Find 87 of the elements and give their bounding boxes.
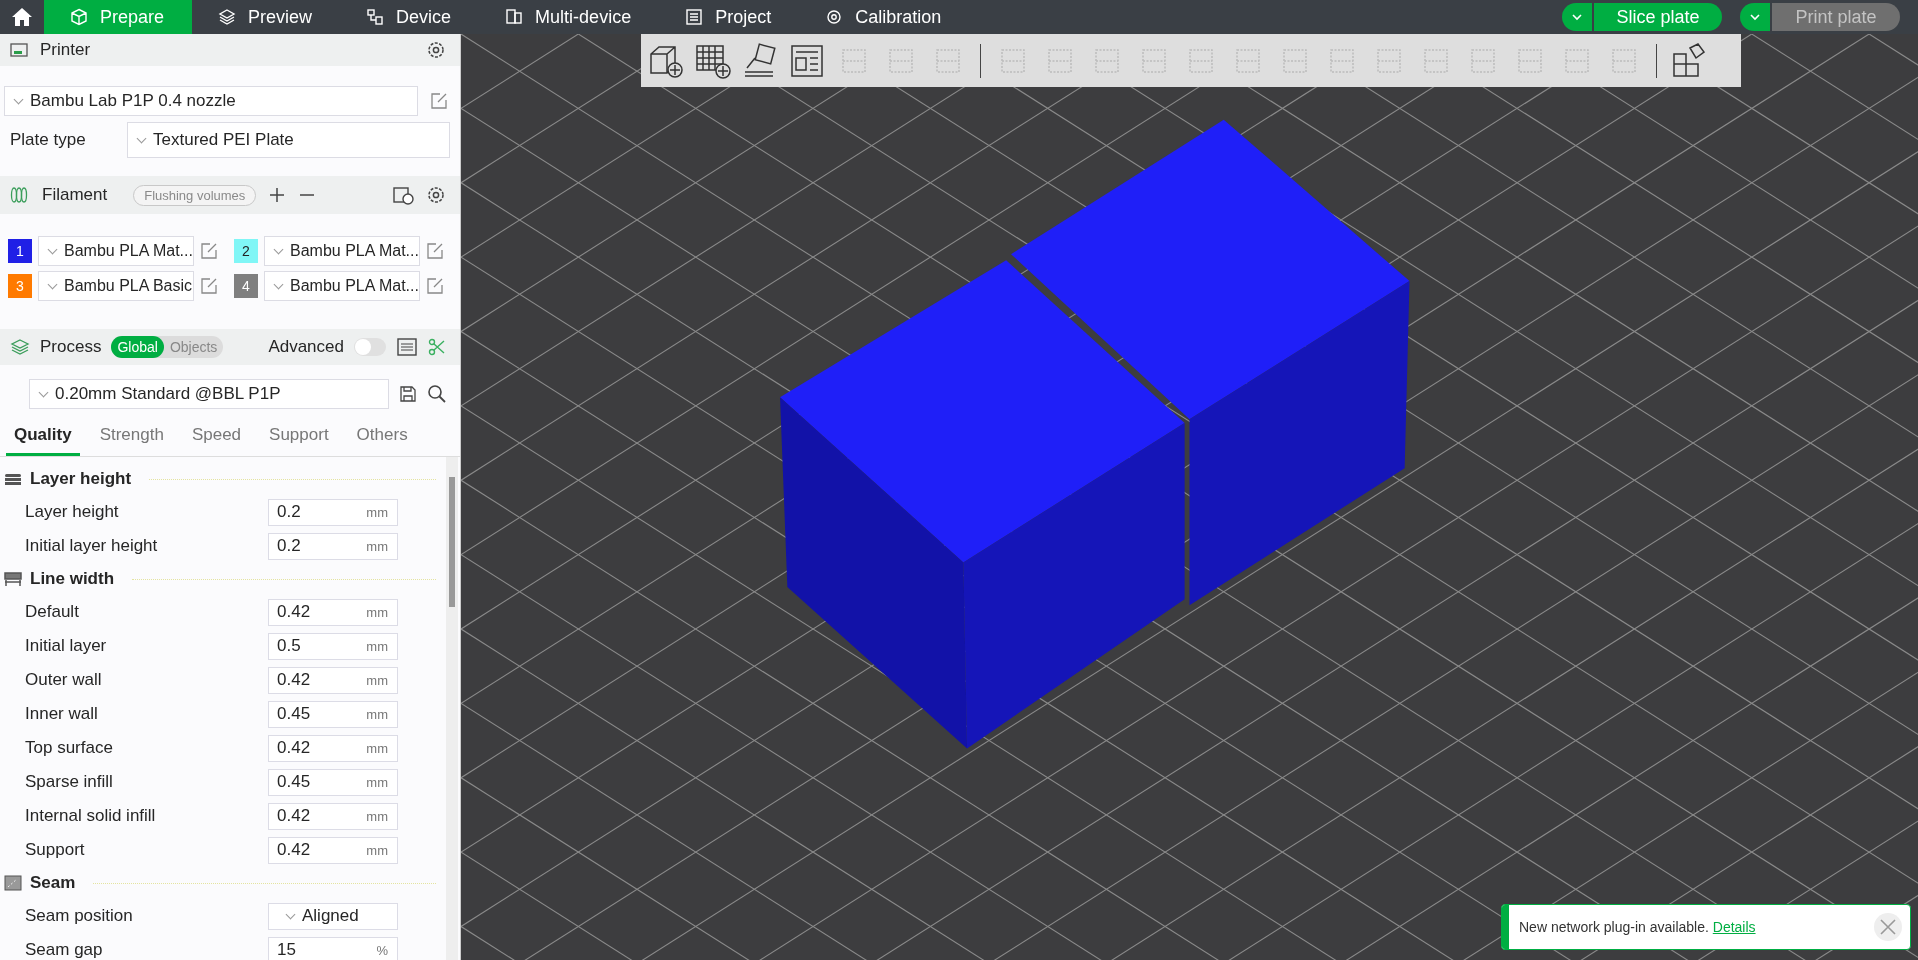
filament-select[interactable]: Bambu PLA Mat... <box>38 236 194 266</box>
cube-icon <box>70 8 88 26</box>
printer-icon <box>10 42 28 58</box>
plate-type-label: Plate type <box>9 130 87 150</box>
setting-label: Outer wall <box>25 670 103 690</box>
setting-field[interactable]: 15 % <box>268 936 398 960</box>
filament-color-swatch[interactable]: 2 <box>234 239 258 263</box>
filament-select[interactable]: Bambu PLA Basic <box>38 271 194 301</box>
plate-type-select[interactable]: Textured PEI Plate <box>127 122 450 158</box>
setting-label: Inner wall <box>25 704 99 724</box>
nav-tab[interactable]: Calibration <box>799 0 970 34</box>
settings-tab[interactable]: Strength <box>91 419 172 456</box>
section-title: Filament <box>42 185 108 205</box>
group-title: Seam <box>30 873 76 893</box>
scrollbar-thumb[interactable] <box>449 477 455 607</box>
setting-field[interactable]: 0.42 mm <box>268 734 398 762</box>
layers-icon <box>10 338 30 356</box>
edit-icon[interactable] <box>430 92 448 110</box>
group-title: Line width <box>30 569 115 589</box>
nav-tab[interactable]: Device <box>340 0 480 34</box>
chevron-icon <box>1749 13 1761 21</box>
setting-field[interactable]: 0.42 mm <box>268 598 398 626</box>
setting-label: Support <box>25 840 86 860</box>
3d-viewport[interactable]: New network plug-in available. Details <box>461 34 1918 960</box>
filament-color-swatch[interactable]: 4 <box>234 274 258 298</box>
scissors-icon[interactable] <box>428 338 446 356</box>
setting-label: Initial layer <box>25 636 108 656</box>
home-icon <box>11 7 33 27</box>
filament-color-swatch[interactable]: 1 <box>8 239 32 263</box>
printer-select[interactable]: Bambu Lab P1P 0.4 nozzle <box>4 86 418 116</box>
process-preset-select[interactable]: 0.20mm Standard @BBL P1P <box>29 379 389 409</box>
nav-tab[interactable]: Project <box>659 0 800 34</box>
setting-field[interactable]: 0.42 mm <box>268 802 398 830</box>
settings-icon[interactable] <box>426 40 446 60</box>
gear-icon <box>825 8 844 26</box>
advanced-label: Advanced <box>268 337 344 357</box>
plus-icon[interactable] <box>268 186 287 204</box>
notification-message: New network plug-in available. Details <box>1519 919 1756 935</box>
settings-tab[interactable]: Others <box>348 419 416 456</box>
setting-label: Sparse infill <box>25 772 114 792</box>
notification-accent-bar <box>1502 905 1509 949</box>
setting-dropdown[interactable]: Aligned <box>268 902 398 930</box>
setting-field[interactable]: 0.45 mm <box>268 700 398 728</box>
settings-icon[interactable] <box>426 185 446 205</box>
list-icon <box>685 8 704 26</box>
cube-model-drawing[interactable] <box>1011 119 1410 606</box>
settings-tab[interactable]: Support <box>261 419 337 456</box>
toolbar-icon[interactable] <box>1670 41 1708 80</box>
setting-label: Layer height <box>25 502 120 522</box>
setting-field[interactable]: 0.42 mm <box>268 836 398 864</box>
edit-icon[interactable] <box>426 277 444 295</box>
setting-field[interactable]: 0.45 mm <box>268 768 398 796</box>
settings-tab[interactable]: Speed <box>183 419 250 456</box>
setting-label: Initial layer height <box>25 536 159 556</box>
filament-select[interactable]: Bambu PLA Mat... <box>264 271 420 301</box>
filament-icon <box>10 186 30 204</box>
close-button[interactable] <box>1874 913 1902 941</box>
filament-select[interactable]: Bambu PLA Mat... <box>264 236 420 266</box>
list-icon[interactable] <box>396 337 418 357</box>
setting-label: Seam position <box>25 906 134 926</box>
setting-label: Seam gap <box>25 940 104 960</box>
device-icon <box>366 8 385 26</box>
setting-field[interactable]: 0.2 mm <box>268 498 398 526</box>
setting-field[interactable]: 0.5 mm <box>268 632 398 660</box>
dropdown-button[interactable] <box>1740 3 1770 31</box>
setting-field[interactable]: 0.42 mm <box>268 666 398 694</box>
settings-tab[interactable]: Quality <box>6 419 80 456</box>
edit-icon[interactable] <box>426 242 444 260</box>
cube-model-drawing[interactable] <box>780 260 1185 749</box>
setting-field[interactable]: 0.2 mm <box>268 532 398 560</box>
layers-icon <box>218 8 237 26</box>
advanced-switch[interactable] <box>354 338 386 356</box>
close-icon <box>1879 918 1897 936</box>
group-title: Layer height <box>30 469 132 489</box>
dropdown-button[interactable] <box>1562 3 1592 31</box>
section-title: Process <box>40 337 102 357</box>
nav-tab[interactable]: Preview <box>192 0 341 34</box>
edit-icon[interactable] <box>200 277 218 295</box>
nav-tab[interactable]: Multi-device <box>479 0 660 34</box>
setting-label: Default <box>25 602 80 622</box>
save-icon[interactable] <box>399 385 417 403</box>
setting-label: Top surface <box>25 738 114 758</box>
section-title: Printer <box>40 40 91 60</box>
edit-icon[interactable] <box>200 242 218 260</box>
search-icon[interactable] <box>427 384 447 404</box>
setting-label: Internal solid infill <box>25 806 157 826</box>
chevron-icon <box>1571 13 1583 21</box>
